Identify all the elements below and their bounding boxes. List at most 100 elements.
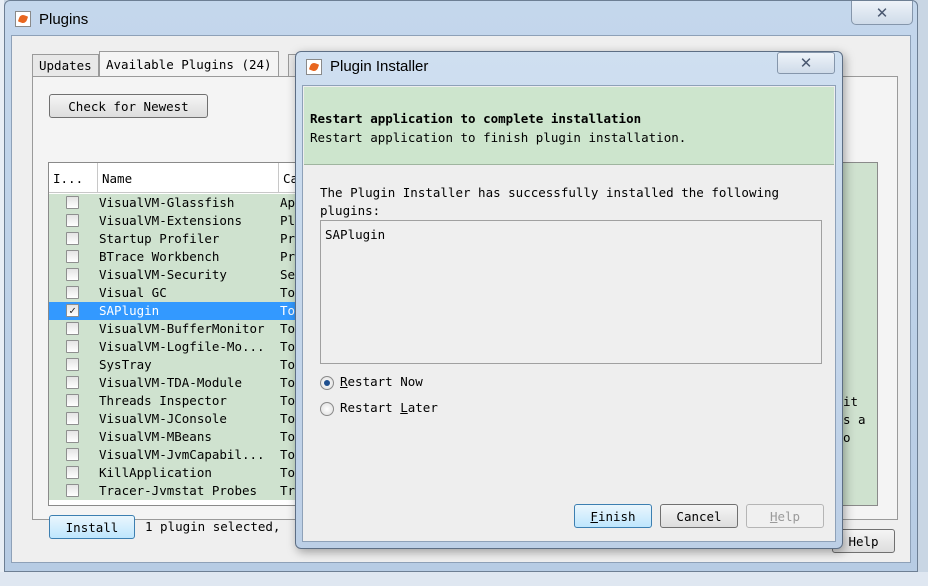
- plugin-category: Pr: [280, 231, 296, 246]
- install-checkbox[interactable]: [66, 466, 79, 479]
- plugin-category: To: [280, 447, 296, 462]
- close-icon[interactable]: ✕: [777, 52, 835, 74]
- installed-plugins-list[interactable]: SAPlugin: [320, 220, 822, 364]
- table-row[interactable]: VisualVM-MBeans To: [49, 428, 309, 446]
- plugin-category: To: [280, 393, 296, 408]
- details-pane-fragment: it s a o: [839, 163, 877, 505]
- install-checkbox[interactable]: [66, 358, 79, 371]
- close-icon[interactable]: ✕: [851, 1, 913, 25]
- plugin-category: Se: [280, 267, 296, 282]
- label-rest: inish: [597, 508, 636, 524]
- install-checkbox[interactable]: [66, 394, 79, 407]
- table-row[interactable]: VisualVM-Logfile-Mo... To: [49, 338, 309, 356]
- plugin-name: Threads Inspector: [99, 393, 227, 408]
- background-taskbar: [0, 572, 928, 586]
- tab-available-plugins[interactable]: Available Plugins (24): [99, 51, 279, 77]
- plugin-name: VisualVM-Glassfish: [99, 195, 235, 210]
- header-subtitle: Restart application to finish plugin ins…: [310, 130, 687, 145]
- table-row[interactable]: SysTray To: [49, 356, 309, 374]
- message-line: plugins:: [320, 203, 381, 218]
- message-line: The Plugin Installer has successfully in…: [320, 185, 780, 200]
- plugin-name: VisualVM-JConsole: [99, 411, 227, 426]
- tab-updates[interactable]: Updates: [32, 54, 99, 76]
- plugin-category: To: [280, 339, 296, 354]
- plugin-category: To: [280, 303, 296, 318]
- install-checkbox[interactable]: [66, 196, 79, 209]
- table-row[interactable]: VisualVM-BufferMonitor To: [49, 320, 309, 338]
- mnemonic: L: [400, 400, 408, 415]
- restart-later-label[interactable]: Restart Later: [340, 400, 438, 415]
- install-checkbox[interactable]: [66, 412, 79, 425]
- table-row[interactable]: VisualVM-Glassfish Ap: [49, 194, 309, 212]
- plugin-category: Pr: [280, 249, 296, 264]
- plugin-category: To: [280, 285, 296, 300]
- plugin-name: Tracer-Jvmstat Probes: [99, 483, 258, 498]
- install-checkbox[interactable]: [66, 376, 79, 389]
- column-name[interactable]: Name: [98, 163, 279, 193]
- install-checkbox[interactable]: [66, 268, 79, 281]
- mnemonic: F: [590, 508, 598, 524]
- plugin-category: To: [280, 465, 296, 480]
- dialog-header: Restart application to complete installa…: [304, 87, 834, 165]
- table-row[interactable]: Threads Inspector To: [49, 392, 309, 410]
- install-checkbox[interactable]: ✓: [66, 304, 79, 317]
- table-row[interactable]: VisualVM-Security Se: [49, 266, 309, 284]
- table-row[interactable]: Visual GC To: [49, 284, 309, 302]
- restart-now-radio[interactable]: [320, 376, 334, 390]
- table-row[interactable]: VisualVM-Extensions Pl: [49, 212, 309, 230]
- plugins-titlebar: Plugins: [15, 7, 88, 31]
- dialog-title: Plugin Installer: [330, 58, 429, 75]
- table-row[interactable]: VisualVM-TDA-Module To: [49, 374, 309, 392]
- plugin-installer-dialog: Plugin Installer ✕ Restart application t…: [295, 51, 843, 549]
- restart-later-radio[interactable]: [320, 402, 334, 416]
- install-checkbox[interactable]: [66, 322, 79, 335]
- plugin-category: Ap: [280, 195, 296, 210]
- install-checkbox[interactable]: [66, 484, 79, 497]
- plugins-window-title: Plugins: [39, 10, 89, 28]
- plugin-category: To: [280, 357, 296, 372]
- app-icon: [15, 11, 31, 27]
- dialog-client-area: Restart application to complete installa…: [302, 85, 836, 542]
- install-checkbox[interactable]: [66, 340, 79, 353]
- install-checkbox[interactable]: [66, 430, 79, 443]
- plugin-category: To: [280, 429, 296, 444]
- selection-status: 1 plugin selected,: [145, 519, 281, 534]
- install-checkbox[interactable]: [66, 250, 79, 263]
- table-row[interactable]: Tracer-Jvmstat Probes Tr: [49, 482, 309, 500]
- install-button[interactable]: Install: [49, 515, 135, 539]
- install-checkbox[interactable]: [66, 232, 79, 245]
- plugin-category: To: [280, 411, 296, 426]
- table-row[interactable]: VisualVM-JvmCapabil... To: [49, 446, 309, 464]
- check-for-newest-button[interactable]: Check for Newest: [49, 94, 208, 118]
- plugin-name: Visual GC: [99, 285, 167, 300]
- cancel-button[interactable]: Cancel: [660, 504, 738, 528]
- plugin-name: VisualVM-Extensions: [99, 213, 242, 228]
- details-text: it: [843, 394, 859, 409]
- table-row[interactable]: Startup Profiler Pr: [49, 230, 309, 248]
- column-install[interactable]: I...: [49, 163, 98, 193]
- plugin-name: VisualVM-TDA-Module: [99, 375, 242, 390]
- help-button-disabled[interactable]: Help: [746, 504, 824, 528]
- table-row[interactable]: BTrace Workbench Pr: [49, 248, 309, 266]
- plugin-name: SysTray: [99, 357, 152, 372]
- install-checkbox[interactable]: [66, 286, 79, 299]
- details-text: o: [843, 430, 851, 445]
- plugin-name: VisualVM-JvmCapabil...: [99, 447, 265, 462]
- table-row[interactable]: ✓ SAPlugin To: [49, 302, 309, 320]
- plugin-category: To: [280, 321, 296, 336]
- plugin-category: Tr: [280, 483, 296, 498]
- mnemonic: R: [340, 374, 348, 389]
- finish-button[interactable]: Finish: [574, 504, 652, 528]
- plugin-name: VisualVM-MBeans: [99, 429, 212, 444]
- table-row[interactable]: KillApplication To: [49, 464, 309, 482]
- restart-now-label[interactable]: Restart Now: [340, 374, 423, 389]
- details-text: s a: [843, 412, 866, 427]
- install-checkbox[interactable]: [66, 214, 79, 227]
- dialog-titlebar: Plugin Installer: [306, 58, 428, 75]
- mnemonic: H: [769, 508, 778, 524]
- install-checkbox[interactable]: [66, 448, 79, 461]
- label-rest: ater: [407, 400, 438, 415]
- table-row[interactable]: VisualVM-JConsole To: [49, 410, 309, 428]
- plugin-name: VisualVM-BufferMonitor: [99, 321, 265, 336]
- plugin-name: SAPlugin: [99, 303, 160, 318]
